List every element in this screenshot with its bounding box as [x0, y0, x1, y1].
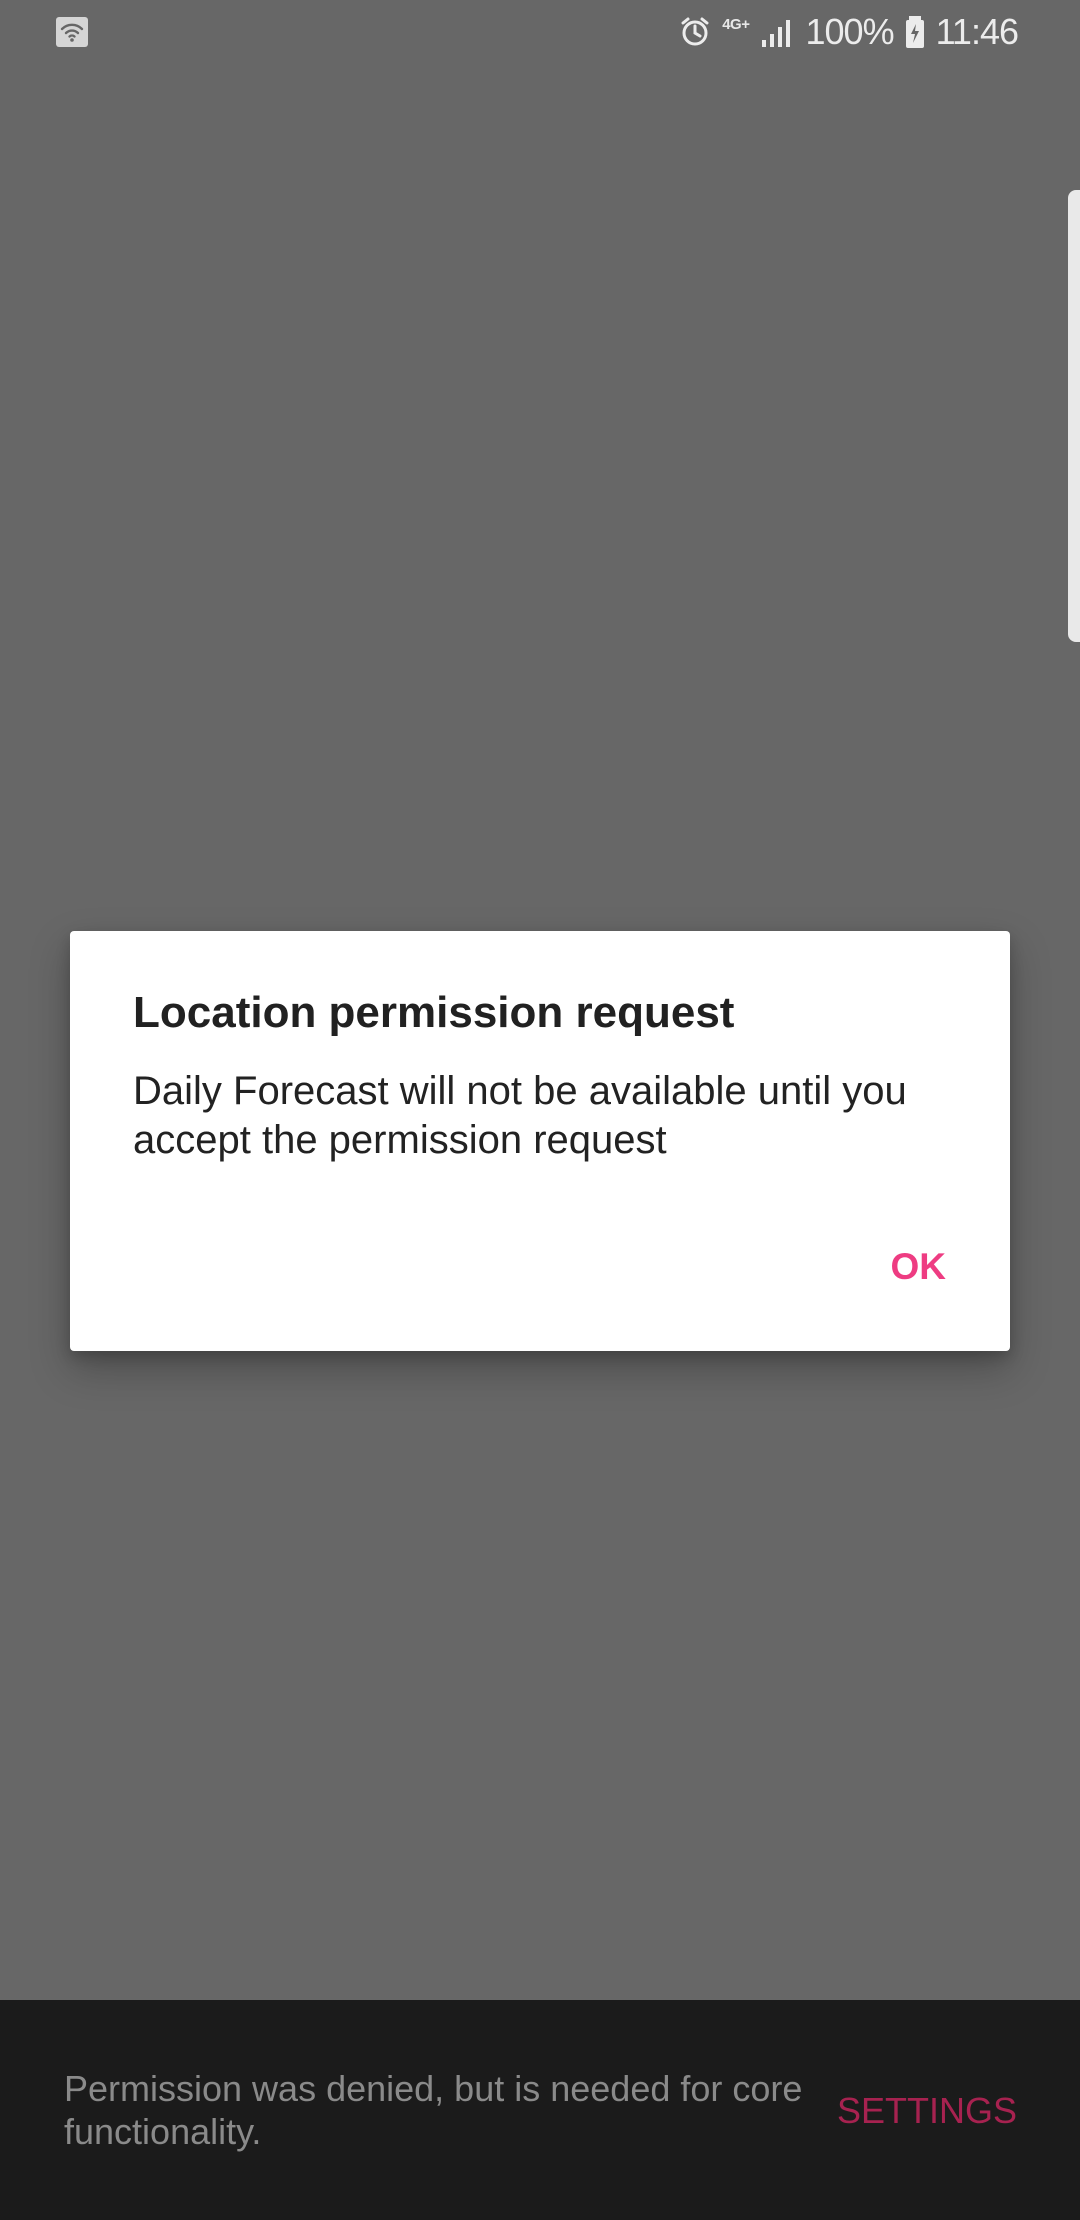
ok-button[interactable]: OK — [866, 1239, 947, 1295]
settings-button[interactable]: SETTINGS — [837, 2086, 1017, 2136]
scroll-handle[interactable] — [1068, 190, 1080, 642]
dialog-message: Daily Forecast will not be available unt… — [133, 1069, 907, 1162]
clock: 11:46 — [935, 11, 1019, 52]
battery-percent: 100% — [805, 11, 895, 52]
battery-charging-icon — [904, 15, 926, 49]
wifi-tile-icon — [56, 17, 88, 47]
permission-dialog: Location permission request Daily Foreca… — [70, 931, 1010, 1351]
dialog-title: Location permission request — [133, 988, 735, 1037]
snackbar: Permission was denied, but is needed for… — [0, 2000, 1080, 2220]
signal-icon — [760, 15, 796, 49]
alarm-icon — [678, 15, 712, 49]
network-type: 4G+ — [722, 15, 750, 33]
status-bar: 4G+ 100% 11:46 — [0, 0, 1080, 64]
status-icons: 4G+ 100% 11:46 — [678, 8, 1019, 56]
snackbar-message: Permission was denied, but is needed for… — [64, 2068, 803, 2152]
